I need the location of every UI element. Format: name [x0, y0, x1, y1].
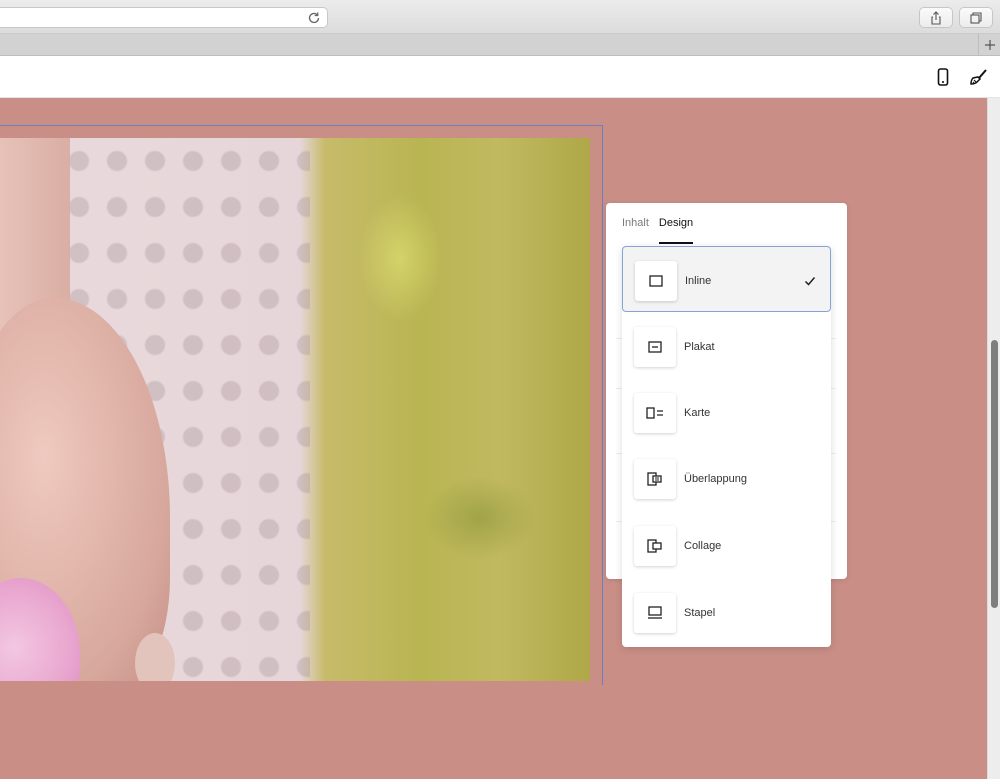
editor-toolbar [0, 56, 1000, 98]
checkmark-icon [804, 277, 816, 286]
design-brush-button[interactable] [968, 66, 990, 88]
new-tab-plus-icon [984, 40, 995, 50]
share-button[interactable] [919, 7, 953, 28]
reload-icon[interactable] [306, 10, 322, 26]
layout-stack-icon [648, 606, 662, 619]
option-label: Stapel [684, 607, 716, 619]
new-tab-button[interactable] [978, 34, 1000, 56]
tabs-overview-icon [970, 11, 982, 24]
layout-collage-icon [647, 539, 662, 553]
page-scrollbar[interactable] [987, 98, 1000, 779]
layout-option-karte[interactable]: Karte [622, 379, 831, 445]
option-label: Inline [685, 275, 712, 287]
mobile-preview-icon [937, 68, 949, 86]
option-label: Karte [684, 407, 711, 419]
layout-overlap-icon [647, 472, 662, 486]
layout-card-icon [646, 407, 663, 419]
address-bar[interactable] [0, 7, 328, 28]
layout-dropdown: Inline Plakat Karte Überlappung Collage … [622, 246, 831, 647]
layout-option-inline[interactable]: Inline [622, 246, 831, 312]
tab-inhalt[interactable]: Inhalt [622, 216, 649, 244]
layout-poster-icon [648, 341, 662, 353]
panel-tabs: Inhalt Design [622, 216, 694, 246]
tabs-overview-button[interactable] [959, 7, 993, 28]
mobile-preview-button[interactable] [932, 66, 954, 88]
layout-option-collage[interactable]: Collage [622, 512, 831, 578]
tab-strip [0, 34, 1000, 56]
option-label: Plakat [684, 341, 715, 353]
browser-toolbar [0, 0, 1000, 34]
layout-inline-icon [649, 275, 663, 287]
layout-option-plakat[interactable]: Plakat [622, 313, 831, 379]
paintbrush-icon [970, 69, 987, 85]
block-image[interactable] [0, 138, 590, 681]
tab-design[interactable]: Design [658, 216, 694, 244]
scrollbar-thumb[interactable] [991, 340, 998, 608]
option-label: Überlappung [684, 473, 747, 485]
share-icon [931, 10, 941, 25]
layout-option-stapel[interactable]: Stapel [622, 579, 831, 645]
option-label: Collage [684, 540, 722, 552]
layout-option-ueberlappung[interactable]: Überlappung [622, 445, 831, 511]
